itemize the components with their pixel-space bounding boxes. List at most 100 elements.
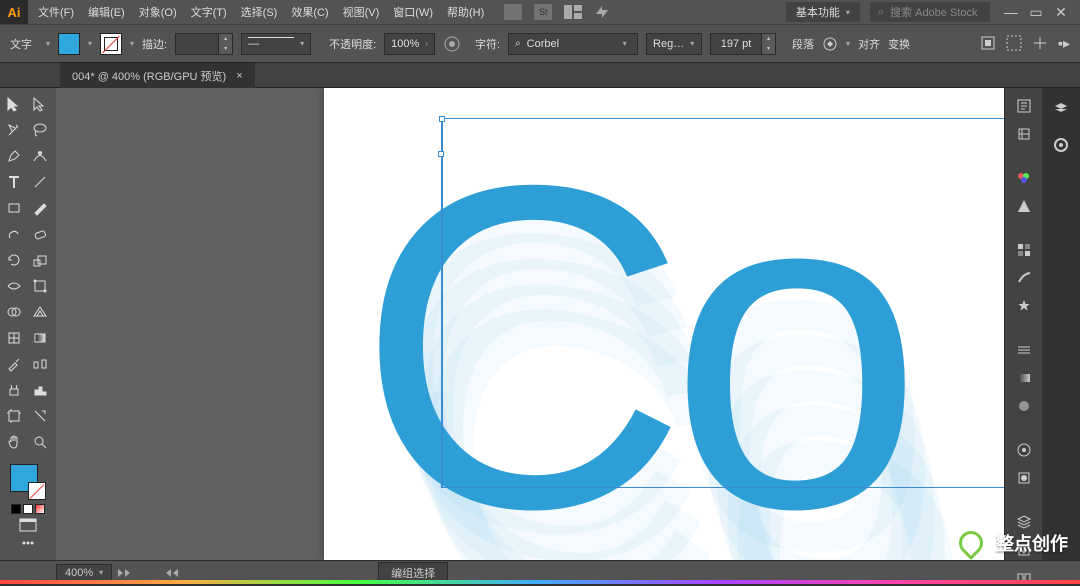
font-size-field[interactable]: ▴▾ <box>710 33 776 55</box>
panel-color-guide-icon[interactable] <box>1013 198 1035 214</box>
menu-window[interactable]: 窗口(W) <box>393 4 433 20</box>
lasso-tool[interactable] <box>28 118 52 142</box>
menu-object[interactable]: 对象(O) <box>139 4 177 20</box>
arrange-icon[interactable] <box>564 5 582 19</box>
panel-graphic-styles-icon[interactable] <box>1013 470 1035 486</box>
panel-menu-icon[interactable]: ▪▸ <box>1058 35 1070 52</box>
type-tool[interactable] <box>2 170 26 194</box>
search-field[interactable]: ⌕搜索 Adobe Stock <box>870 2 990 22</box>
pen-tool[interactable] <box>2 144 26 168</box>
document-tab-close[interactable]: × <box>236 70 242 82</box>
maximize-button[interactable]: ▭ <box>1025 4 1047 21</box>
paragraph-icon[interactable] <box>822 36 838 52</box>
isolate-icon[interactable] <box>980 35 996 51</box>
align-label[interactable]: 对齐 <box>858 36 880 52</box>
panel-transparency-icon[interactable] <box>1013 398 1035 414</box>
selection-tool[interactable] <box>2 92 26 116</box>
panel-libraries-icon[interactable] <box>1013 126 1035 142</box>
bridge-icon[interactable] <box>504 4 522 20</box>
chevron-down-icon[interactable]: ▾ <box>46 39 50 48</box>
eraser-tool[interactable] <box>28 222 52 246</box>
screen-mode-icon[interactable] <box>19 518 37 532</box>
opacity-dropdown[interactable]: 100%› <box>384 33 435 55</box>
text-anchor-handle[interactable] <box>438 151 444 157</box>
zoom-dropdown[interactable]: 400%▾ <box>56 564 112 582</box>
stroke-weight-field[interactable]: ▴▾ <box>175 33 233 55</box>
panel-swatches-icon[interactable] <box>1013 242 1035 258</box>
menu-file[interactable]: 文件(F) <box>38 4 74 20</box>
hand-tool[interactable] <box>2 430 26 454</box>
menu-effect[interactable]: 效果(C) <box>291 4 328 20</box>
stroke-swatch[interactable] <box>100 33 122 55</box>
edit-toolbar-icon[interactable] <box>21 536 35 550</box>
paintbrush-tool[interactable] <box>28 196 52 220</box>
menubar: Ai 文件(F) 编辑(E) 对象(O) 文字(T) 选择(S) 效果(C) 视… <box>0 0 1080 24</box>
panel-properties-icon[interactable] <box>1013 98 1035 114</box>
blend-tool[interactable] <box>28 352 52 376</box>
panel-color-icon[interactable] <box>1013 170 1035 186</box>
paragraph-label[interactable]: 段落 <box>792 36 814 52</box>
font-weight-dropdown[interactable]: Reg…▾ <box>646 33 702 55</box>
chevron-down-icon[interactable]: ▾ <box>88 39 92 48</box>
stock-icon[interactable]: St <box>534 4 552 20</box>
eyedropper-tool[interactable] <box>2 352 26 376</box>
stroke-color[interactable] <box>28 482 46 500</box>
layers-stack-icon[interactable] <box>1050 98 1072 120</box>
stroke-dash-dropdown[interactable]: —▾ <box>241 33 311 55</box>
rotate-tool[interactable] <box>2 248 26 272</box>
scale-tool[interactable] <box>28 248 52 272</box>
curvature-tool[interactable] <box>28 144 52 168</box>
panel-gradient-icon[interactable] <box>1013 370 1035 386</box>
opacity-value: 100% <box>391 38 419 50</box>
canvas[interactable]: Co Co Co Co Co Co <box>56 88 1004 560</box>
chevron-down-icon[interactable]: ▾ <box>130 39 134 48</box>
panel-symbols-icon[interactable] <box>1013 298 1035 314</box>
close-button[interactable]: ✕ <box>1050 4 1072 21</box>
menu-type[interactable]: 文字(T) <box>191 4 227 20</box>
control-bar: 文字 ▾ ▾ ▾ 描边: ▴▾ —▾ 不透明度: 100%› 字符: ⌕▾ Re… <box>0 24 1080 62</box>
menu-items: 文件(F) 编辑(E) 对象(O) 文字(T) 选择(S) 效果(C) 视图(V… <box>38 4 484 20</box>
column-graph-tool[interactable] <box>28 378 52 402</box>
fill-swatch[interactable] <box>58 33 80 55</box>
recolor-icon[interactable] <box>443 35 461 53</box>
font-family-dropdown[interactable]: ⌕▾ <box>508 33 638 55</box>
document-tab[interactable]: 004* @ 400% (RGB/GPU 预览) × <box>60 62 255 88</box>
font-size-input[interactable] <box>710 33 762 55</box>
menu-help[interactable]: 帮助(H) <box>447 4 484 20</box>
artboard-nav[interactable] <box>118 567 178 579</box>
font-family-input[interactable] <box>527 38 617 50</box>
clip-icon[interactable] <box>1006 35 1022 51</box>
gpu-icon[interactable] <box>594 4 610 20</box>
direct-selection-tool[interactable] <box>28 92 52 116</box>
rectangle-tool[interactable] <box>2 196 26 220</box>
width-tool[interactable] <box>2 274 26 298</box>
document-tab-title: 004* @ 400% (RGB/GPU 预览) <box>72 68 226 84</box>
perspective-tool[interactable] <box>28 300 52 324</box>
shaper-tool[interactable] <box>2 222 26 246</box>
options-icon[interactable] <box>1032 35 1048 51</box>
free-transform-tool[interactable] <box>28 274 52 298</box>
cc-libraries-icon[interactable] <box>1050 134 1072 156</box>
menu-select[interactable]: 选择(S) <box>241 4 278 20</box>
transform-label[interactable]: 变换 <box>888 36 910 52</box>
menu-view[interactable]: 视图(V) <box>343 4 380 20</box>
panel-appearance-icon[interactable] <box>1013 442 1035 458</box>
menu-edit[interactable]: 编辑(E) <box>88 4 125 20</box>
line-tool[interactable] <box>28 170 52 194</box>
workspace-switcher[interactable]: 基本功能▾ <box>786 2 860 22</box>
minimize-button[interactable]: — <box>1000 4 1022 20</box>
symbol-sprayer-tool[interactable] <box>2 378 26 402</box>
panel-stroke-icon[interactable] <box>1013 342 1035 358</box>
gradient-tool[interactable] <box>28 326 52 350</box>
color-mode-switches[interactable] <box>11 504 45 514</box>
artboard-tool[interactable] <box>2 404 26 428</box>
magic-wand-tool[interactable] <box>2 118 26 142</box>
wechat-icon <box>954 526 988 560</box>
mesh-tool[interactable] <box>2 326 26 350</box>
slice-tool[interactable] <box>28 404 52 428</box>
zoom-tool[interactable] <box>28 430 52 454</box>
shape-builder-tool[interactable] <box>2 300 26 324</box>
selection-handle-tl[interactable] <box>439 116 445 122</box>
panel-brushes-icon[interactable] <box>1013 270 1035 286</box>
stroke-weight-input[interactable] <box>175 33 219 55</box>
